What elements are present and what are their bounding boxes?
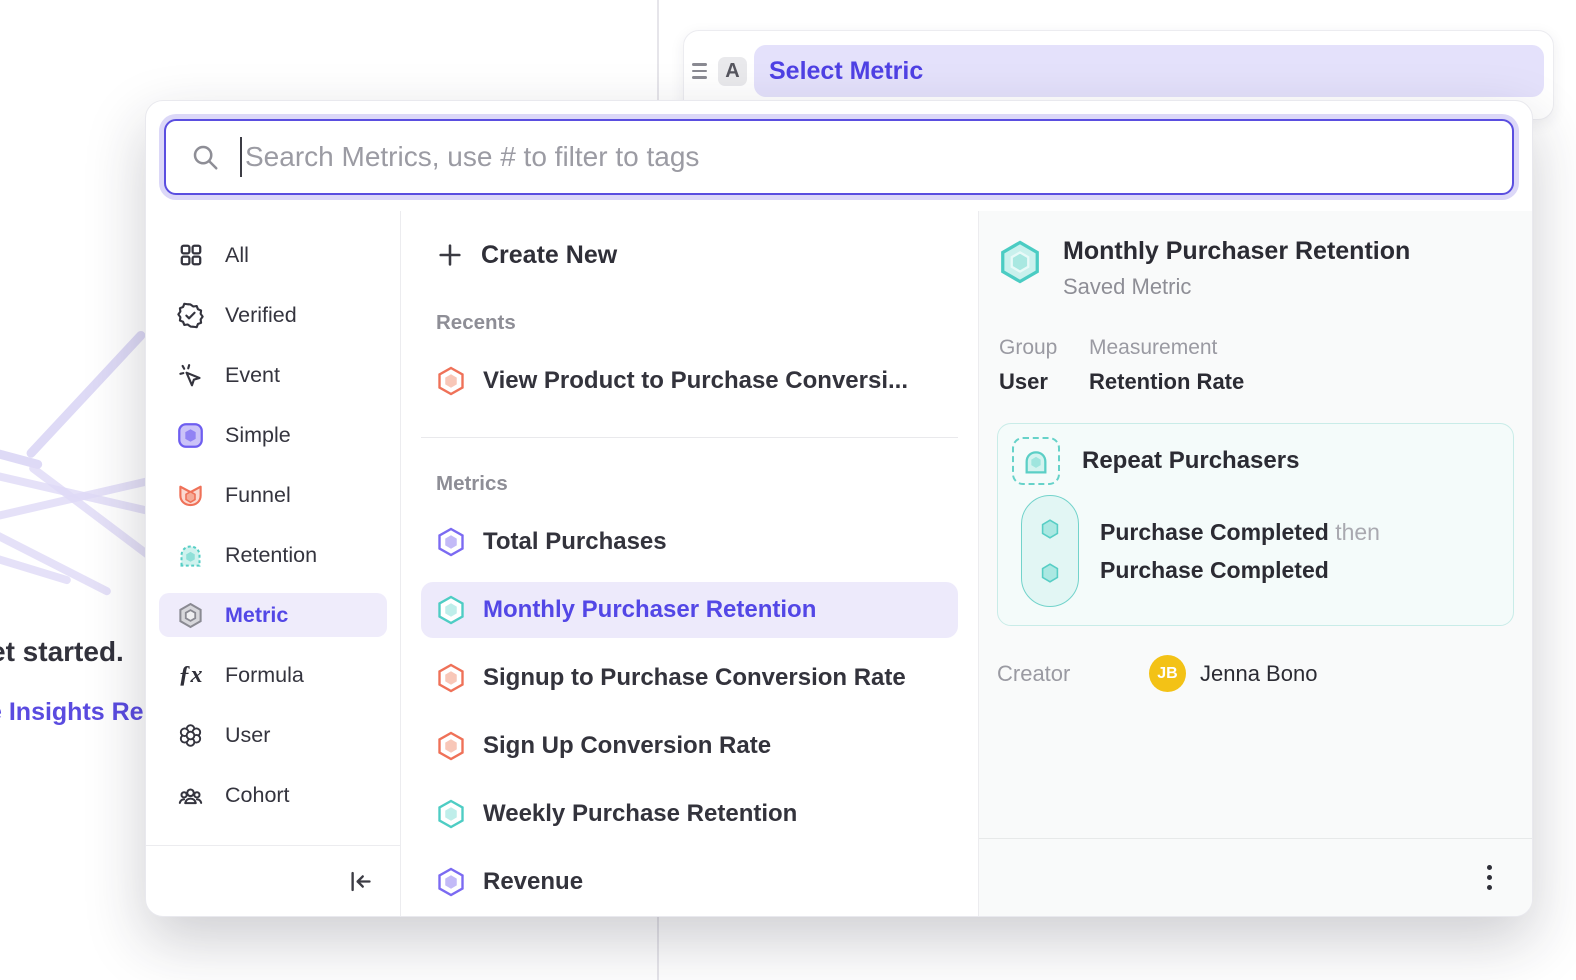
sidebar-item-label: Event — [225, 363, 280, 388]
definition-title: Repeat Purchasers — [1082, 447, 1299, 475]
more-options-icon[interactable] — [1481, 859, 1498, 896]
collapse-sidebar-icon[interactable] — [347, 868, 374, 895]
metric-picker-modal: All Verified — [145, 100, 1533, 917]
list-item-revenue[interactable]: Revenue — [421, 854, 958, 910]
sidebar-item-cohort[interactable]: Cohort — [159, 773, 387, 817]
metric-hexagon-icon — [436, 527, 466, 557]
plus-icon — [436, 241, 464, 269]
metric-hexagon-icon — [436, 663, 466, 693]
series-a-badge: A — [718, 57, 747, 86]
grid-icon — [177, 242, 204, 269]
filter-sidebar: All Verified — [146, 211, 401, 916]
sidebar-item-funnel[interactable]: Funnel — [159, 473, 387, 517]
metric-details-panel: Monthly Purchaser Retention Saved Metric… — [979, 211, 1532, 916]
step2-event: Purchase Completed — [1100, 557, 1329, 583]
list-item-label: Sign Up Conversion Rate — [483, 732, 771, 760]
saved-metric-hexagon-icon — [997, 239, 1043, 300]
formula-fx-icon: ƒx — [177, 662, 204, 689]
sidebar-item-user[interactable]: User — [159, 713, 387, 757]
list-item-label: Signup to Purchase Conversion Rate — [483, 664, 906, 692]
list-item-monthly-purchaser-retention[interactable]: Monthly Purchaser Retention — [421, 582, 958, 638]
text-cursor — [240, 137, 242, 177]
sidebar-item-label: User — [225, 723, 270, 748]
funnel-icon — [177, 482, 204, 509]
details-title: Monthly Purchaser Retention — [1063, 237, 1410, 266]
list-item-weekly-purchase-retention[interactable]: Weekly Purchase Retention — [421, 786, 958, 842]
creator-name: Jenna Bono — [1200, 661, 1317, 687]
event-cursor-icon — [177, 362, 204, 389]
list-item-label: Weekly Purchase Retention — [483, 800, 797, 828]
group-label: Group — [999, 336, 1065, 360]
group-value: User — [999, 369, 1065, 395]
metric-hexagon-icon — [436, 867, 466, 897]
retention-definition-card: Repeat Purchasers Purchase Completed the… — [997, 423, 1514, 626]
then-connector: then — [1335, 519, 1380, 545]
select-metric-button[interactable]: Select Metric — [754, 45, 1544, 97]
section-divider — [421, 437, 958, 438]
sidebar-item-label: Cohort — [225, 783, 290, 808]
sidebar-item-label: Simple — [225, 423, 291, 448]
sidebar-item-formula[interactable]: ƒx Formula — [159, 653, 387, 697]
sidebar-item-label: Verified — [225, 303, 297, 328]
sidebar-item-label: Retention — [225, 543, 317, 568]
background-link-fragment[interactable]: e Insights Re — [0, 698, 144, 727]
sidebar-item-verified[interactable]: Verified — [159, 293, 387, 337]
sidebar-item-metric[interactable]: Metric — [159, 593, 387, 637]
retention-icon — [177, 542, 204, 569]
list-item-total-purchases[interactable]: Total Purchases — [421, 514, 958, 570]
search-box[interactable] — [164, 119, 1514, 195]
results-column: Create New Recents View Product to Purch… — [401, 211, 979, 916]
create-new-button[interactable]: Create New — [421, 239, 958, 271]
list-item-label: Revenue — [483, 868, 583, 896]
measurement-value: Retention Rate — [1089, 369, 1244, 395]
search-input[interactable] — [245, 141, 1488, 173]
select-metric-label: Select Metric — [769, 57, 923, 86]
verified-badge-icon — [177, 302, 204, 329]
sidebar-item-all[interactable]: All — [159, 233, 387, 277]
funnel-metric-hexagon-icon — [436, 366, 466, 396]
event-hexagon-icon — [1038, 517, 1062, 541]
list-item-sign-up-conversion-rate[interactable]: Sign Up Conversion Rate — [421, 718, 958, 774]
user-flower-icon — [177, 722, 204, 749]
metric-hexagon-icon — [436, 799, 466, 829]
sidebar-item-simple[interactable]: Simple — [159, 413, 387, 457]
metric-hexagon-icon — [436, 731, 466, 761]
list-item-label: View Product to Purchase Conversi... — [483, 367, 908, 395]
simple-icon — [177, 422, 204, 449]
create-new-label: Create New — [481, 241, 617, 270]
sidebar-item-event[interactable]: Event — [159, 353, 387, 397]
event-hexagon-icon — [1038, 561, 1062, 585]
metric-hexagon-icon — [436, 595, 466, 625]
creator-avatar: JB — [1149, 655, 1186, 692]
list-item-label: Total Purchases — [483, 528, 667, 556]
sidebar-item-label: Funnel — [225, 483, 291, 508]
metrics-section-title: Metrics — [421, 472, 958, 496]
recents-section-title: Recents — [421, 311, 958, 335]
creator-label: Creator — [997, 661, 1149, 687]
sidebar-item-retention[interactable]: Retention — [159, 533, 387, 577]
step1-event: Purchase Completed — [1100, 519, 1329, 545]
list-item-signup-to-purchase-conversion-rate[interactable]: Signup to Purchase Conversion Rate — [421, 650, 958, 706]
list-item-recent[interactable]: View Product to Purchase Conversi... — [421, 353, 958, 409]
details-subtitle: Saved Metric — [1063, 274, 1410, 300]
measurement-label: Measurement — [1089, 336, 1244, 360]
sidebar-item-label: Formula — [225, 663, 304, 688]
cohort-people-icon — [177, 782, 204, 809]
sidebar-item-label: All — [225, 243, 249, 268]
sidebar-item-label: Metric — [225, 603, 288, 628]
background-heading-fragment: et started. — [0, 636, 124, 668]
search-icon — [190, 142, 220, 172]
event-sequence-capsule — [1021, 495, 1079, 607]
retention-cohort-icon — [1012, 437, 1060, 485]
list-item-label: Monthly Purchaser Retention — [483, 596, 816, 624]
drag-handle-icon[interactable] — [692, 63, 710, 79]
metric-hexagon-icon — [177, 602, 204, 629]
